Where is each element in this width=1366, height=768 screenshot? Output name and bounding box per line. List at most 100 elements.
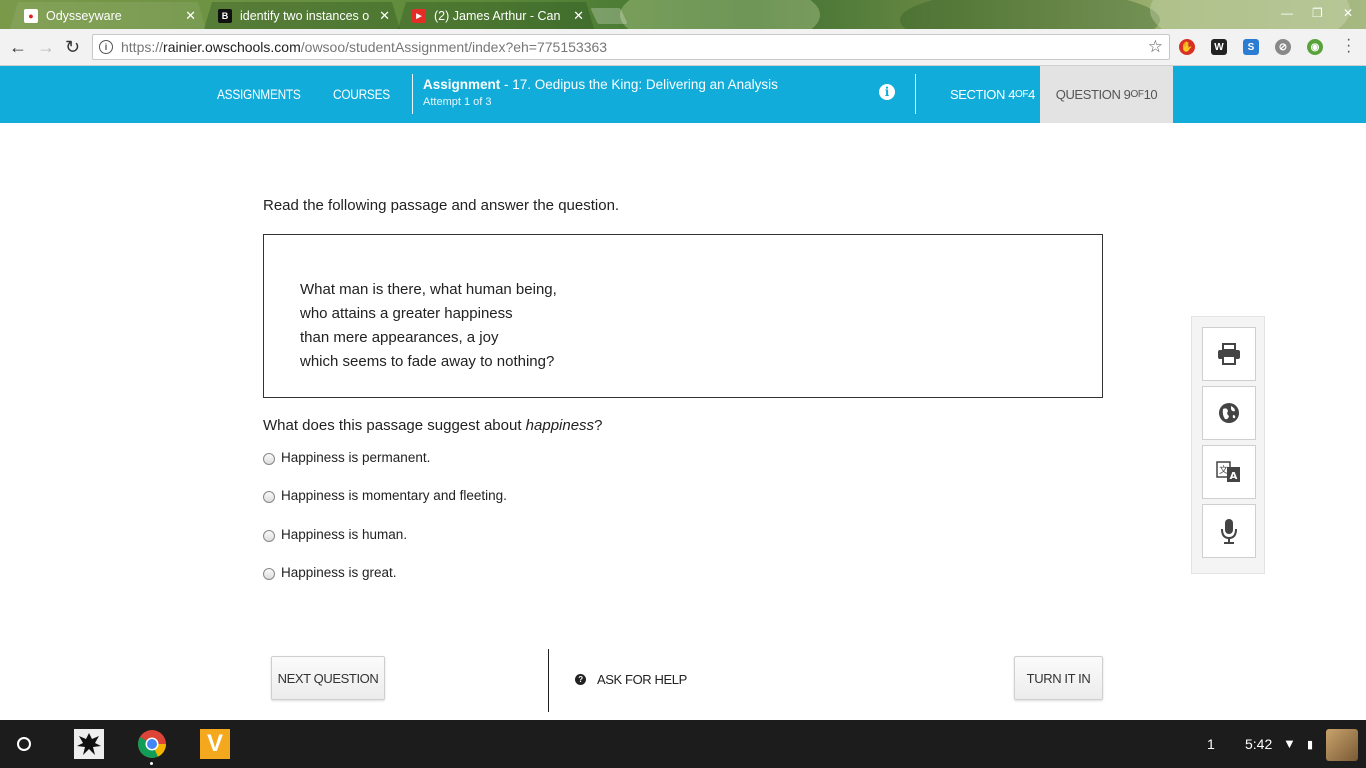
- instructions-text: Read the following passage and answer th…: [263, 197, 620, 214]
- print-button[interactable]: [1202, 327, 1256, 381]
- close-icon[interactable]: ✕: [379, 8, 390, 24]
- question-of: OF: [1130, 89, 1144, 100]
- globe-icon: [1219, 403, 1239, 423]
- extension-w-icon[interactable]: W: [1211, 39, 1227, 55]
- tab-odysseyware[interactable]: ● Odysseyware ✕: [10, 2, 206, 29]
- microphone-icon: [1221, 519, 1237, 544]
- section-indicator[interactable]: SECTION 4 OF 4: [950, 66, 1035, 123]
- passage-box: What man is there, what human being, who…: [263, 234, 1103, 398]
- tools-panel: 文 A: [1191, 316, 1265, 574]
- back-arrow-icon[interactable]: ←: [9, 37, 27, 57]
- tab-title: (2) James Arthur - Can I: [434, 8, 566, 23]
- answer-option[interactable]: Happiness is great.: [263, 565, 397, 580]
- running-indicator: [150, 762, 153, 765]
- info-icon[interactable]: i: [879, 84, 895, 100]
- attempt-count: Attempt 1 of 3: [423, 96, 492, 108]
- section-total: 4: [1028, 87, 1035, 102]
- tab-youtube[interactable]: ▶ (2) James Arthur - Can I ✕: [398, 2, 594, 29]
- extension-adblock-icon[interactable]: ✋: [1179, 39, 1195, 55]
- ask-for-help-link[interactable]: ? ASK FOR HELP: [575, 672, 687, 687]
- next-question-button[interactable]: NEXT QUESTION: [271, 656, 385, 700]
- tab-title: Odysseyware: [46, 8, 122, 23]
- nav-assignments[interactable]: ASSIGNMENTS: [217, 66, 301, 123]
- address-bar[interactable]: i https://rainier.owschools.com/owsoo/st…: [92, 34, 1170, 60]
- extension-disabled-icon[interactable]: ⊘: [1275, 39, 1291, 55]
- os-taskbar: V 1 5:42 ▼ ▮: [0, 720, 1366, 768]
- assignment-title: Assignment - 17. Oedipus the King: Deliv…: [423, 77, 778, 92]
- maximize-icon[interactable]: ❐: [1312, 6, 1323, 20]
- answer-radio[interactable]: [263, 568, 275, 580]
- passage-line: who attains a greater happiness: [300, 305, 513, 322]
- answer-option[interactable]: Happiness is human.: [263, 527, 407, 542]
- browser-tab-strip: ● Odysseyware ✕ B identify two instances…: [0, 0, 1366, 29]
- footer-divider: [548, 649, 549, 712]
- question-circle-icon: ?: [575, 674, 586, 685]
- section-prefix: SECTION: [950, 87, 1005, 102]
- youtube-icon: ▶: [412, 9, 426, 23]
- splatter-app-icon[interactable]: [74, 729, 104, 759]
- background-leaf: [620, 0, 820, 29]
- question-total: 10: [1143, 87, 1158, 102]
- assignment-label: Assignment: [423, 77, 501, 92]
- background-leaf: [900, 0, 1160, 29]
- question-suffix: ?: [594, 417, 603, 434]
- forward-arrow-icon[interactable]: →: [37, 37, 55, 57]
- passage-line: What man is there, what human being,: [300, 281, 557, 298]
- question-emphasis: happiness: [525, 417, 595, 434]
- tab-brainly[interactable]: B identify two instances o ✕: [204, 2, 400, 29]
- answer-option[interactable]: Happiness is momentary and fleeting.: [263, 488, 507, 503]
- browser-toolbar: ← → ↻ i https://rainier.owschools.com/ow…: [0, 29, 1366, 66]
- vlc-v-app-icon[interactable]: V: [200, 729, 230, 759]
- wifi-icon[interactable]: ▼: [1283, 736, 1296, 751]
- ask-for-help-label: ASK FOR HELP: [597, 672, 687, 687]
- chrome-icon[interactable]: [137, 729, 167, 759]
- site-info-icon[interactable]: i: [99, 40, 113, 54]
- speech-button[interactable]: [1202, 504, 1256, 558]
- assignment-name: - 17. Oedipus the King: Delivering an An…: [500, 77, 778, 92]
- lock-icon[interactable]: ▮: [1307, 738, 1313, 751]
- tab-title: identify two instances o: [240, 8, 370, 23]
- clock-time[interactable]: 5:42: [1245, 736, 1272, 752]
- translate-button[interactable]: 文 A: [1202, 445, 1256, 499]
- url-host: rainier.owschools.com: [163, 39, 301, 55]
- odysseyware-icon: ●: [24, 9, 38, 23]
- close-window-icon[interactable]: ✕: [1343, 6, 1353, 20]
- answer-option[interactable]: Happiness is permanent.: [263, 450, 430, 465]
- notification-count[interactable]: 1: [1207, 736, 1215, 752]
- section-current: 4: [1008, 87, 1016, 102]
- section-of: OF: [1015, 89, 1029, 100]
- answer-label: Happiness is great.: [281, 565, 397, 580]
- passage-line: which seems to fade away to nothing?: [300, 353, 555, 370]
- header-divider: [412, 74, 413, 114]
- avatar[interactable]: [1326, 729, 1358, 761]
- answer-label: Happiness is human.: [281, 527, 408, 542]
- turn-it-in-button[interactable]: TURN IT IN: [1014, 656, 1103, 700]
- minimize-icon[interactable]: —: [1281, 6, 1293, 20]
- browser-menu-icon[interactable]: · · ·: [1346, 32, 1351, 60]
- brainly-icon: B: [218, 9, 232, 23]
- passage-line: than mere appearances, a joy: [300, 329, 499, 346]
- answer-radio[interactable]: [263, 491, 275, 503]
- close-icon[interactable]: ✕: [185, 8, 196, 24]
- launcher-icon[interactable]: [17, 737, 31, 751]
- app-header: ASSIGNMENTS COURSES Assignment - 17. Oed…: [0, 66, 1366, 123]
- svg-text:文: 文: [1219, 464, 1228, 476]
- svg-text:A: A: [1230, 471, 1238, 482]
- nav-courses[interactable]: COURSES: [333, 66, 390, 123]
- close-icon[interactable]: ✕: [573, 8, 584, 24]
- url-path: /owsoo/studentAssignment/index?eh=775153…: [300, 39, 608, 55]
- extension-s-icon[interactable]: S: [1243, 39, 1259, 55]
- question-indicator[interactable]: QUESTION 9 OF 10: [1040, 66, 1173, 123]
- answer-label: Happiness is momentary and fleeting.: [281, 488, 507, 503]
- answer-radio[interactable]: [263, 453, 275, 465]
- header-divider: [915, 74, 916, 114]
- question-prefix: QUESTION: [1055, 87, 1121, 102]
- extension-eye-icon[interactable]: ◉: [1307, 39, 1323, 55]
- reload-icon[interactable]: ↻: [65, 37, 80, 57]
- translate-icon: 文 A: [1216, 461, 1240, 482]
- dictionary-button[interactable]: [1202, 386, 1256, 440]
- answer-label: Happiness is permanent.: [281, 450, 431, 465]
- answer-radio[interactable]: [263, 530, 275, 542]
- question-current: 9: [1123, 87, 1131, 102]
- bookmark-star-icon[interactable]: ☆: [1148, 37, 1163, 57]
